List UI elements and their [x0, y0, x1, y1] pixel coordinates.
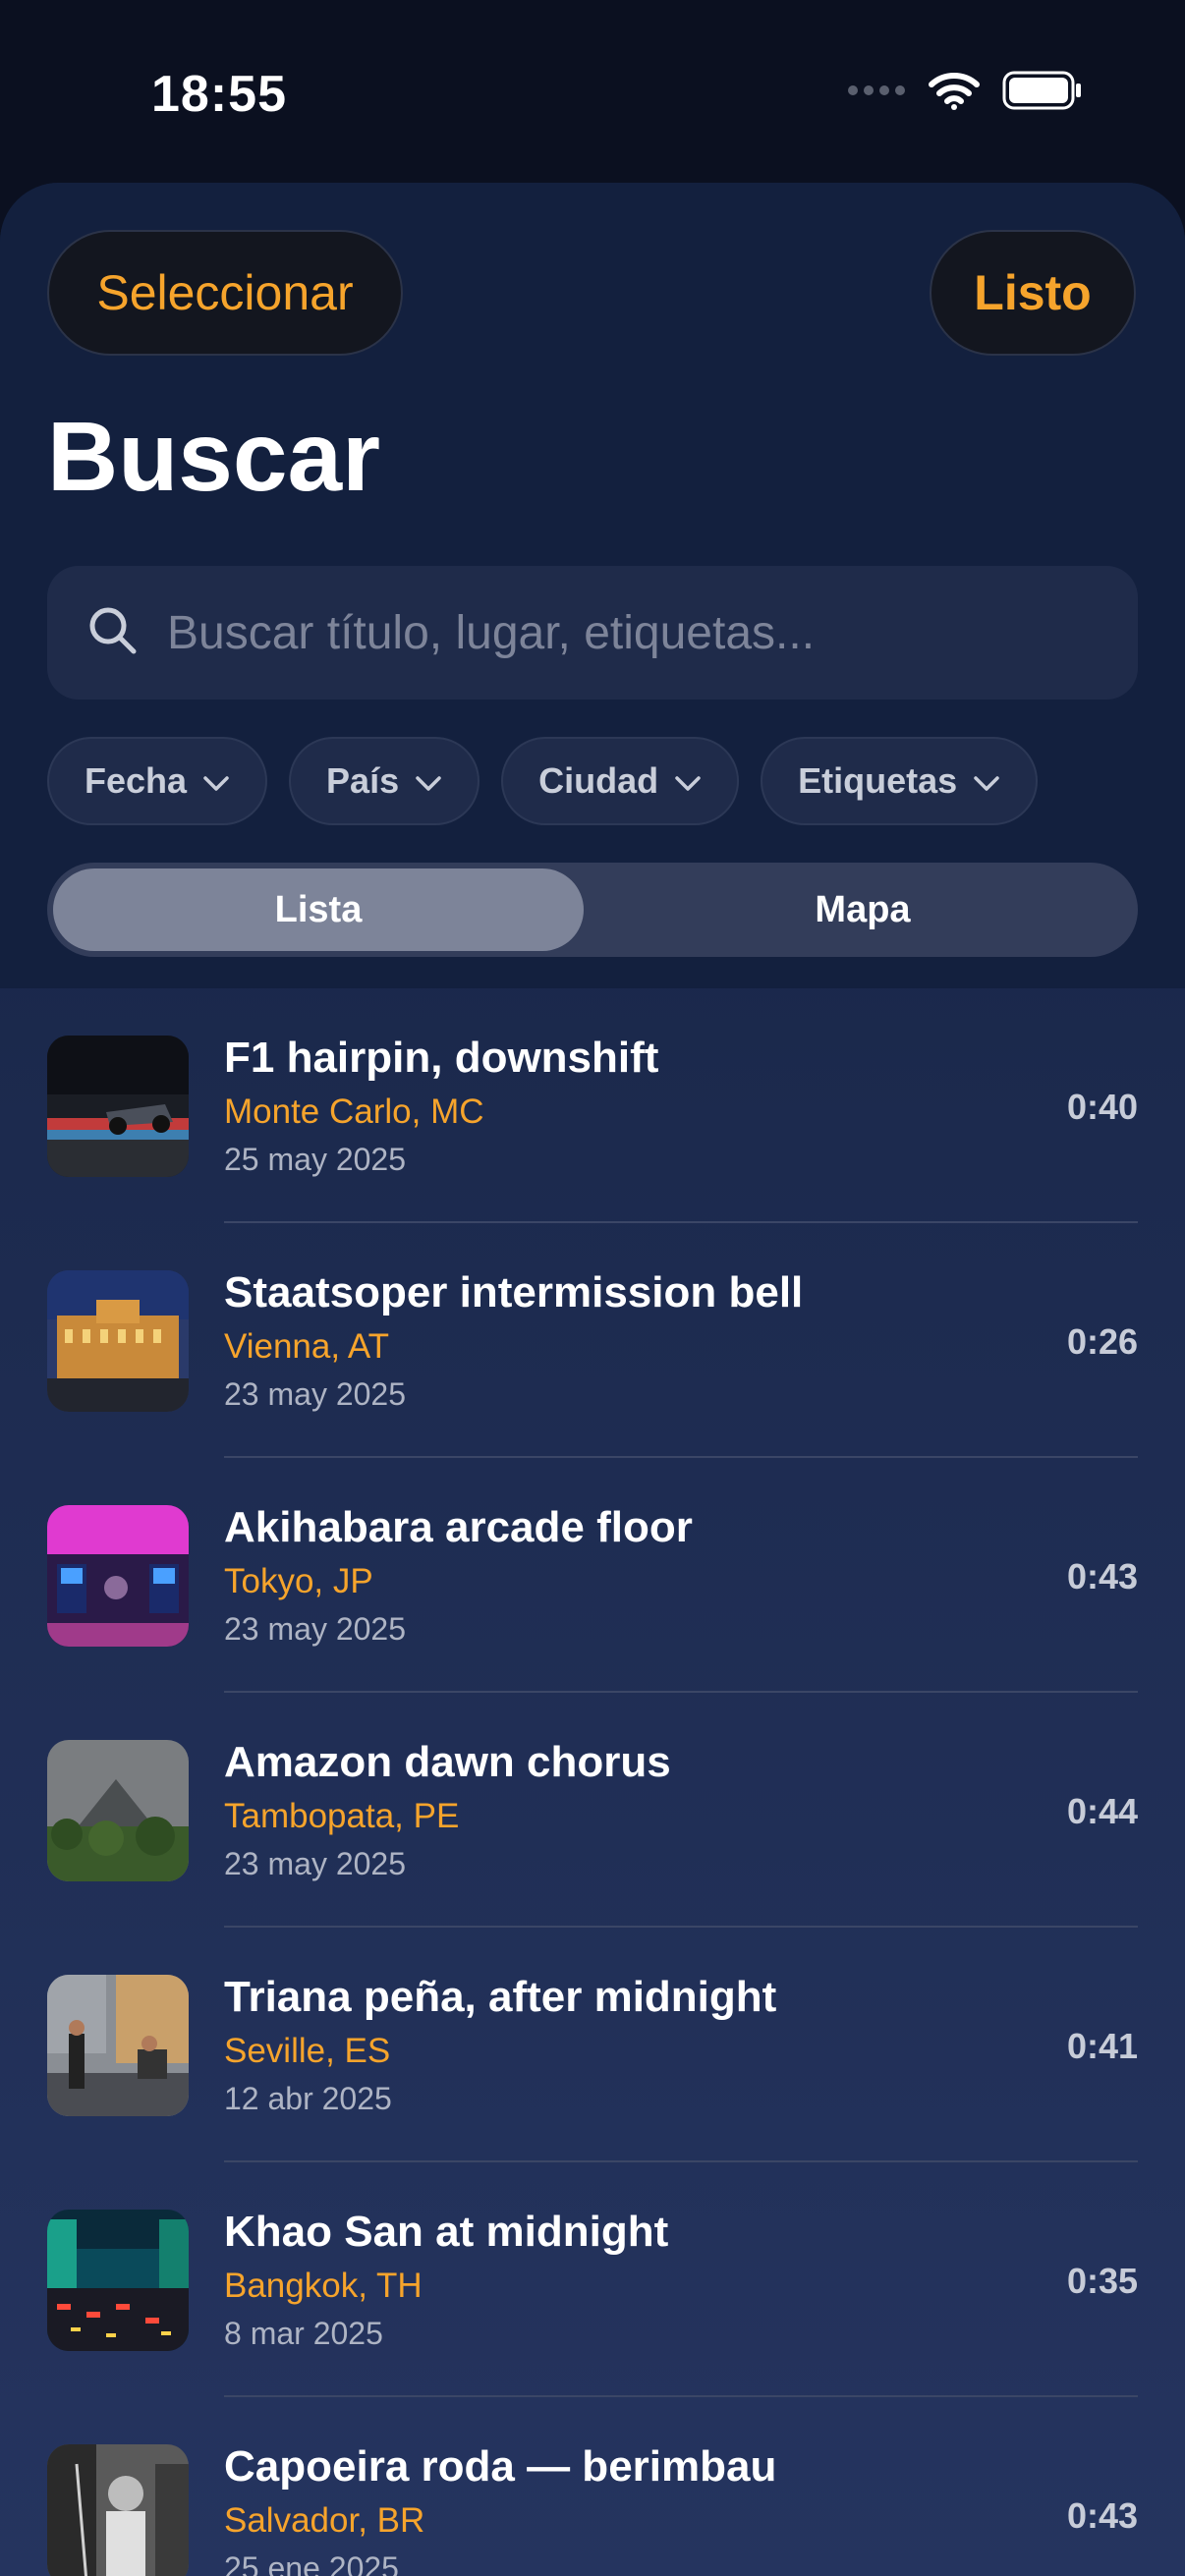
item-location: Monte Carlo, MC: [224, 1092, 484, 1131]
filter-chips: Fecha País Ciudad Etiquetas: [47, 737, 1039, 825]
item-date: 25 ene 2025: [224, 2550, 399, 2576]
status-bar: 18:55: [0, 0, 1185, 187]
list-item[interactable]: F1 hairpin, downshift Monte Carlo, MC 25…: [0, 988, 1185, 1223]
list-item[interactable]: Capoeira roda — berimbau Salvador, BR 25…: [0, 2397, 1185, 2576]
item-date: 23 may 2025: [224, 1376, 407, 1412]
item-duration: 0:41: [1066, 2026, 1138, 2066]
item-title: Capoeira roda — berimbau: [224, 2442, 777, 2491]
search-header: Seleccionar Listo Buscar Buscar título, …: [0, 183, 1185, 988]
list-item[interactable]: Khao San at midnight Bangkok, TH 8 mar 2…: [0, 2162, 1185, 2397]
filter-tags[interactable]: Etiquetas: [761, 737, 1039, 825]
item-date: 25 may 2025: [224, 1142, 407, 1177]
status-time: 18:55: [151, 66, 287, 123]
chevron-down-icon: [674, 760, 702, 802]
item-date: 12 abr 2025: [224, 2081, 392, 2116]
item-duration: 0:26: [1066, 1321, 1138, 1362]
recordings-list: F1 hairpin, downshift Monte Carlo, MC 25…: [0, 988, 1185, 2576]
filter-label: Ciudad: [538, 760, 659, 801]
wifi-icon: [928, 71, 981, 115]
item-title: Khao San at midnight: [224, 2208, 669, 2256]
segment-list[interactable]: Lista: [53, 868, 584, 951]
item-duration: 0:44: [1066, 1791, 1138, 1831]
filter-country[interactable]: País: [289, 737, 480, 825]
chevron-down-icon: [415, 760, 442, 802]
page-title: Buscar: [47, 402, 381, 512]
list-item[interactable]: Akihabara arcade floor Tokyo, JP 23 may …: [0, 1458, 1185, 1693]
filter-label: Fecha: [85, 760, 188, 801]
item-title: Akihabara arcade floor: [224, 1503, 693, 1551]
item-title: Triana peña, after midnight: [224, 1973, 777, 2021]
item-duration: 0:40: [1066, 1087, 1138, 1127]
item-title: Staatsoper intermission bell: [224, 1268, 804, 1316]
list-item[interactable]: Amazon dawn chorus Tambopata, PE 23 may …: [0, 1693, 1185, 1928]
thumbnail-image: [47, 2210, 189, 2351]
search-placeholder: Buscar título, lugar, etiquetas...: [167, 606, 816, 659]
item-location: Bangkok, TH: [224, 2267, 423, 2305]
signal-icon: [847, 84, 906, 102]
filter-date[interactable]: Fecha: [47, 737, 268, 825]
segment-map[interactable]: Mapa: [593, 868, 1132, 951]
battery-icon: [1002, 71, 1083, 115]
item-duration: 0:35: [1066, 2261, 1138, 2301]
thumbnail-image: [47, 1270, 189, 1412]
search-sheet: Seleccionar Listo Buscar Buscar título, …: [0, 183, 1185, 2576]
list-item[interactable]: Staatsoper intermission bell Vienna, AT …: [0, 1223, 1185, 1458]
thumbnail-image: [47, 2444, 189, 2576]
item-date: 8 mar 2025: [224, 2316, 383, 2351]
item-location: Vienna, AT: [224, 1327, 389, 1366]
item-location: Seville, ES: [224, 2032, 391, 2070]
view-segmented-control: Lista Mapa: [47, 863, 1138, 957]
select-button[interactable]: Seleccionar: [47, 230, 403, 356]
item-location: Tambopata, PE: [224, 1797, 460, 1835]
list-item[interactable]: Triana peña, after midnight Seville, ES …: [0, 1928, 1185, 2162]
item-duration: 0:43: [1066, 1556, 1138, 1596]
thumbnail-image: [47, 1505, 189, 1647]
item-location: Salvador, BR: [224, 2501, 425, 2540]
thumbnail-image: [47, 1740, 189, 1881]
filter-city[interactable]: Ciudad: [501, 737, 740, 825]
filter-label: País: [326, 760, 400, 801]
search-input[interactable]: Buscar título, lugar, etiquetas...: [47, 566, 1138, 700]
search-icon: [86, 604, 140, 662]
item-title: F1 hairpin, downshift: [224, 1034, 659, 1082]
item-duration: 0:43: [1066, 2495, 1138, 2536]
done-button[interactable]: Listo: [930, 230, 1136, 356]
filter-label: Etiquetas: [798, 760, 958, 801]
item-location: Tokyo, JP: [224, 1562, 373, 1600]
item-date: 23 may 2025: [224, 1846, 407, 1881]
chevron-down-icon: [202, 760, 230, 802]
thumbnail-image: [47, 1036, 189, 1177]
item-date: 23 may 2025: [224, 1611, 407, 1647]
thumbnail-image: [47, 1975, 189, 2116]
item-title: Amazon dawn chorus: [224, 1738, 671, 1786]
chevron-down-icon: [973, 760, 1000, 802]
status-icons: [847, 71, 1083, 115]
